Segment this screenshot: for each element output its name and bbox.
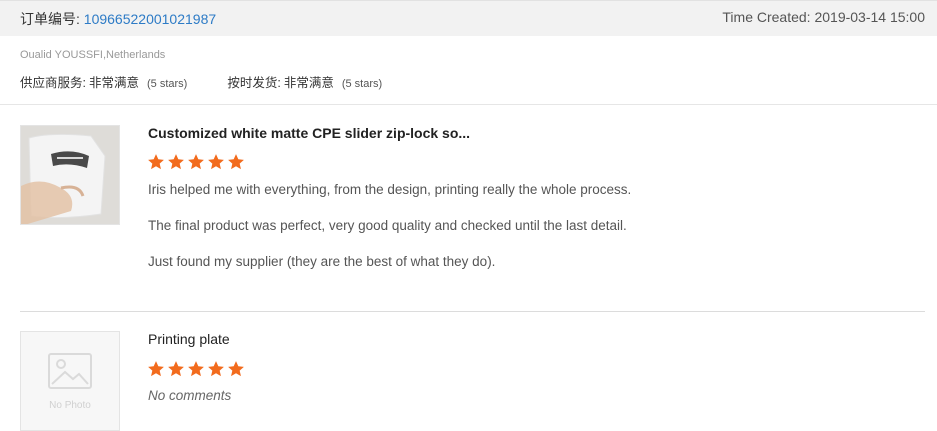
review-star-rating [147, 153, 247, 171]
review-text-line: The final product was perfect, very good… [148, 218, 627, 233]
star-icon [148, 154, 164, 170]
star-icon [188, 154, 204, 170]
star-icon [228, 154, 244, 170]
buyer-name: Oualid YOUSSFI,Netherlands [20, 49, 166, 61]
star-icon [168, 154, 184, 170]
star-icon [148, 361, 164, 377]
no-photo-label: No Photo [49, 400, 91, 411]
product-thumbnail-placeholder: No Photo [20, 331, 120, 431]
rating-stars-text: (5 stars) [341, 78, 383, 90]
supplier-service-rating: 供应商服务: 非常满意 (5 stars) [20, 72, 187, 91]
review-text-line: Just found my supplier (they are the bes… [148, 254, 496, 269]
product-thumbnail[interactable] [20, 125, 120, 225]
no-comments-text: No comments [148, 388, 232, 403]
order-number-row: 订单编号: 10966522001021987 [20, 9, 216, 29]
review-star-rating [147, 360, 247, 378]
rating-value: 非常满意 [88, 76, 139, 90]
order-number-link[interactable]: 10966522001021987 [84, 11, 216, 27]
star-icon [208, 361, 224, 377]
review-text-line: Iris helped me with everything, from the… [148, 182, 632, 197]
star-icon [188, 361, 204, 377]
seller-ratings: 供应商服务: 非常满意 (5 stars) 按时发货: 非常满意 (5 star… [20, 72, 422, 91]
rating-label: 供应商服务: [20, 76, 86, 90]
rating-stars-text: (5 stars) [147, 78, 188, 90]
review-divider [20, 311, 925, 312]
star-icon [168, 361, 184, 377]
no-photo-icon [48, 353, 92, 389]
product-photo-icon [21, 126, 119, 224]
order-header: 订单编号: 10966522001021987 Time Created: 20… [0, 0, 937, 36]
order-number-label: 订单编号: [20, 11, 84, 27]
product-title-link[interactable]: Printing plate [148, 331, 230, 347]
rating-label: 按时发货: [227, 76, 281, 90]
time-created: Time Created: 2019-03-14 15:00 [722, 9, 925, 25]
product-title-link[interactable]: Customized white matte CPE slider zip-lo… [148, 125, 470, 141]
star-icon [208, 154, 224, 170]
star-icon [228, 361, 244, 377]
section-divider [0, 104, 937, 105]
on-time-delivery-rating: 按时发货: 非常满意 (5 stars) [227, 72, 382, 91]
rating-value: 非常满意 [283, 76, 334, 90]
